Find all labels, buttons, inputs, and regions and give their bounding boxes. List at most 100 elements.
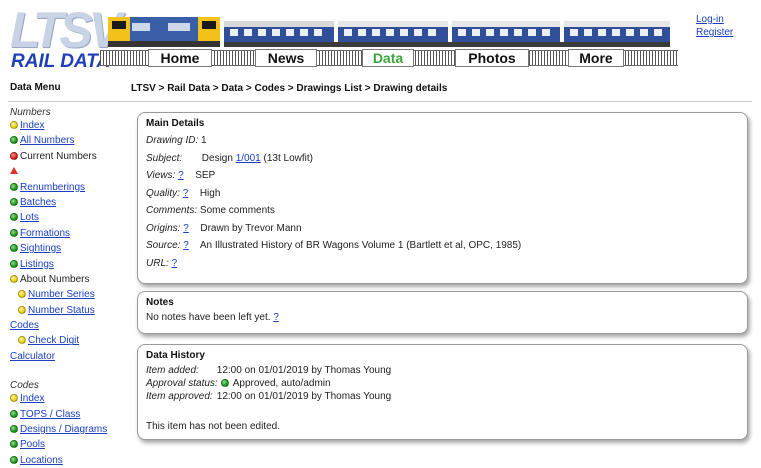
green-status-icon	[10, 455, 18, 464]
sidebar-item-sightings[interactable]: Sightings	[10, 241, 125, 256]
sidebar-item-about-numbers: About Numbers	[10, 272, 125, 287]
numbers-heading: Numbers	[10, 107, 51, 118]
item-approved-row: Item approved: 12:00 on 01/01/2019 by Th…	[146, 390, 739, 403]
views-label: Views:	[146, 170, 176, 181]
drawing-id-label: Drawing ID:	[146, 135, 199, 146]
sidebar-item-label[interactable]: TOPS / Class	[20, 409, 80, 420]
breadcrumb: LTSV > Rail Data > Data > Codes > Drawin…	[131, 83, 448, 94]
url-help-link[interactable]: ?	[172, 258, 178, 269]
nav-tab-more[interactable]: More	[568, 49, 624, 67]
views-value: SEP	[195, 170, 216, 181]
origins-label: Origins:	[146, 222, 181, 234]
codes-list: Index TOPS / Class Designs / Diagrams Po…	[10, 391, 125, 468]
account-links: Log-in Register	[696, 13, 733, 39]
subject-design-link[interactable]: 1/001	[236, 153, 261, 164]
sidebar-menu: Data Menu Numbers Index All Numbers Curr…	[10, 82, 125, 468]
item-added-label: Item added:	[146, 365, 199, 376]
main-details-title: Main Details	[146, 118, 205, 129]
sidebar-item-number-series[interactable]: Number Series	[10, 287, 125, 302]
sidebar-item-label[interactable]: Batches	[20, 197, 56, 208]
green-status-icon	[10, 213, 18, 222]
sidebar-item-all-numbers[interactable]: All Numbers	[10, 133, 125, 148]
item-approved-label: Item approved:	[146, 391, 213, 402]
yellow-status-icon	[18, 290, 26, 299]
sidebar-item-label[interactable]: Locations	[20, 455, 63, 466]
origins-row: Origins: ? Drawn by Trevor Mann	[146, 220, 739, 238]
sidebar-item-label[interactable]: Lots	[20, 212, 39, 223]
notes-panel: Notes No notes have been left yet. ?	[137, 291, 748, 334]
source-value: An Illustrated History of BR Wagons Volu…	[199, 240, 522, 251]
sidebar-item-label[interactable]: Codes	[10, 320, 39, 331]
register-link[interactable]: Register	[696, 27, 733, 38]
edited-text: This item has not been edited.	[146, 421, 280, 432]
green-status-icon	[10, 409, 18, 418]
sidebar-item-label[interactable]: Pools	[20, 439, 45, 450]
sidebar-item-batches[interactable]: Batches	[10, 195, 125, 210]
item-added-value: 12:00 on 01/01/2019 by Thomas Young	[216, 365, 392, 376]
nav-tab-news[interactable]: News	[255, 49, 317, 67]
yellow-status-icon	[10, 121, 18, 129]
sidebar-item-label[interactable]: Sightings	[20, 243, 61, 254]
green-status-icon	[10, 259, 18, 268]
sidebar-item-listings[interactable]: Listings	[10, 257, 125, 272]
yellow-status-icon	[10, 274, 18, 283]
sidebar-item-label[interactable]: Number Series	[28, 289, 95, 300]
nav-tab-data[interactable]: Data	[362, 49, 414, 67]
notes-text: No notes have been left yet.	[146, 312, 271, 323]
sidebar-item-label[interactable]: Check Digit	[28, 335, 79, 346]
subject-prefix: Design	[201, 152, 233, 164]
origins-help-link[interactable]: ?	[183, 223, 189, 234]
source-row: Source: ? An Illustrated History of BR W…	[146, 237, 739, 255]
sidebar-item-label[interactable]: Listings	[20, 259, 54, 270]
comments-label: Comments:	[146, 205, 198, 216]
sidebar-item-label[interactable]: Designs / Diagrams	[20, 424, 107, 435]
comments-value: Some comments	[199, 205, 275, 216]
sidebar-item-label[interactable]: Index	[20, 120, 44, 131]
drawing-id-value: 1	[201, 135, 207, 146]
sidebar-item-index[interactable]: Index	[10, 118, 125, 133]
approved-status-icon	[220, 379, 229, 387]
sidebar-item-label: About Numbers	[20, 273, 90, 285]
sidebar-item-codes-index[interactable]: Index	[10, 391, 125, 406]
source-label: Source:	[146, 240, 181, 251]
site-header: LTSV RAIL DATA Home News Data Photos Mor…	[0, 0, 761, 76]
nav-tab-photos[interactable]: Photos	[455, 49, 529, 67]
sidebar-item-calculator[interactable]: Calculator	[10, 349, 125, 364]
login-link[interactable]: Log-in	[696, 14, 724, 25]
sidebar-item-current-numbers: Current Numbers	[10, 149, 125, 164]
notes-row: No notes have been left yet. ?	[146, 311, 739, 324]
sidebar-item-designs-diagrams[interactable]: Designs / Diagrams	[10, 422, 125, 437]
sidebar-item-label[interactable]: Calculator	[10, 351, 55, 362]
sidebar-item-lots[interactable]: Lots	[10, 210, 125, 225]
sidebar-item-label[interactable]: Number Status	[28, 305, 95, 316]
notes-help-link[interactable]: ?	[273, 312, 279, 323]
sidebar-item-tops-class[interactable]: TOPS / Class	[10, 407, 125, 422]
sidebar-item-label[interactable]: All Numbers	[20, 135, 74, 146]
origins-value: Drawn by Trevor Mann	[200, 222, 302, 234]
sidebar-item-warning	[10, 164, 125, 179]
comments-row: Comments: Some comments	[146, 202, 739, 220]
quality-help-link[interactable]: ?	[183, 188, 189, 199]
source-help-link[interactable]: ?	[183, 240, 189, 251]
sidebar-item-codes-link[interactable]: Codes	[10, 318, 125, 333]
sidebar-item-label: Current Numbers	[20, 150, 97, 162]
sidebar-item-label[interactable]: Formations	[20, 228, 70, 239]
views-help-link[interactable]: ?	[178, 170, 184, 181]
data-history-panel: Data History Item added: 12:00 on 01/01/…	[137, 344, 748, 440]
sidebar-item-label[interactable]: Renumberings	[20, 182, 85, 193]
edited-row: This item has not been edited.	[146, 420, 739, 433]
green-status-icon	[10, 244, 18, 253]
sidebar-item-renumberings[interactable]: Renumberings	[10, 180, 125, 195]
logo-text: LTSV	[10, 2, 122, 58]
drawing-id-row: Drawing ID: 1	[146, 132, 739, 150]
nav-tab-home[interactable]: Home	[148, 49, 212, 67]
green-status-icon	[10, 425, 18, 434]
codes-heading: Codes	[10, 380, 39, 392]
sidebar-item-pools[interactable]: Pools	[10, 437, 125, 452]
sidebar-item-locations[interactable]: Locations	[10, 453, 125, 468]
sidebar-item-number-status[interactable]: Number Status	[10, 303, 125, 318]
yellow-status-icon	[18, 336, 26, 345]
sidebar-item-label[interactable]: Index	[20, 393, 44, 404]
sidebar-item-formations[interactable]: Formations	[10, 226, 125, 241]
sidebar-item-check-digit[interactable]: Check Digit	[10, 333, 125, 348]
